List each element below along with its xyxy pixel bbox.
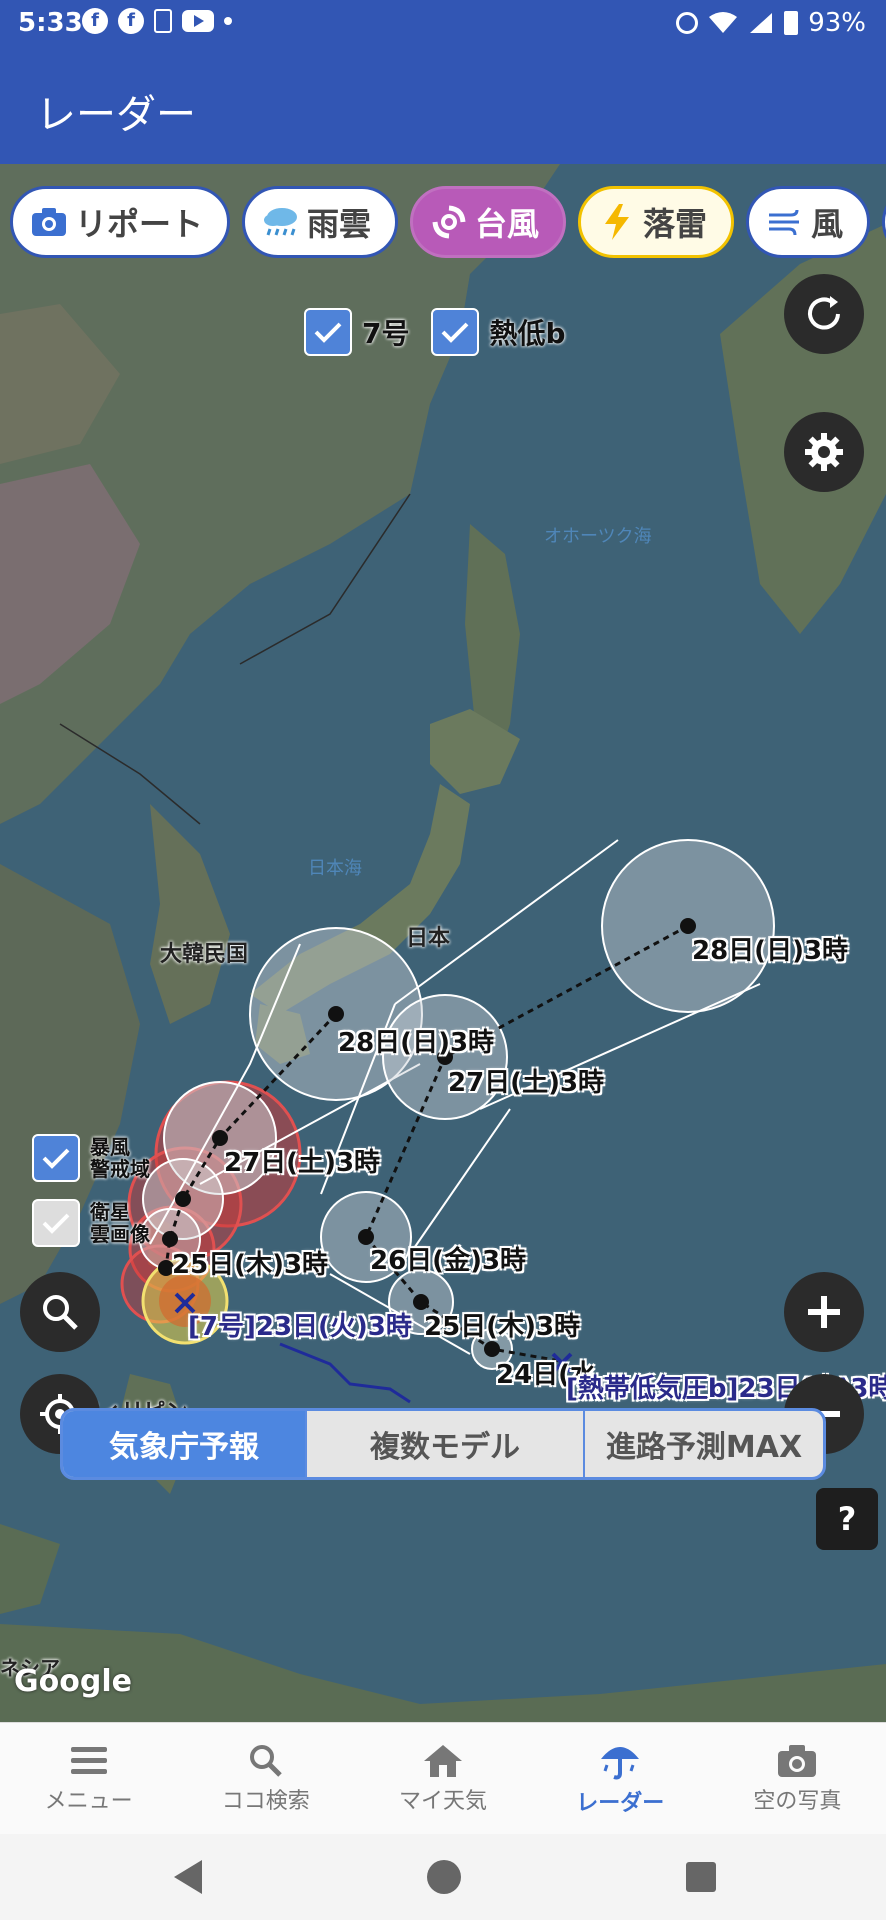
home-icon [424, 1744, 462, 1777]
google-logo: Google [14, 1664, 132, 1699]
youtube-icon [182, 10, 214, 32]
nav-radar[interactable]: レーダー [532, 1723, 709, 1834]
chip-typhoon[interactable]: 台風 [410, 186, 567, 258]
nav-sky-photo[interactable]: 空の写真 [709, 1723, 886, 1834]
track-label-7-28: 28日(日)3時 [338, 1028, 495, 1058]
radar-umbrella-icon [601, 1746, 640, 1779]
plus-icon [808, 1296, 840, 1328]
back-icon[interactable] [170, 1858, 206, 1896]
typhoon-icon [429, 202, 469, 242]
storm-filter-7[interactable]: 7号 [304, 308, 409, 356]
layer-toggle-storm-area[interactable]: 暴風 警戒域 [32, 1134, 150, 1182]
signal-icon [750, 13, 773, 33]
home-circle-icon[interactable] [425, 1858, 463, 1896]
tab-multi-model[interactable]: 複数モデル [305, 1411, 583, 1477]
help-button[interactable]: ? [816, 1488, 878, 1550]
status-bar: 5:33 f f 93% [0, 0, 886, 48]
settings-button[interactable] [784, 412, 864, 492]
camera-icon [778, 1744, 817, 1777]
track-label-b-28: 28日(日)3時 [692, 936, 849, 966]
search-icon [249, 1744, 282, 1777]
chip-wind[interactable]: 風 [746, 186, 871, 258]
checkbox-unchecked-icon[interactable] [32, 1199, 80, 1247]
refresh-icon [808, 296, 840, 330]
chip-lightning[interactable]: 落雷 [578, 186, 735, 258]
alarm-icon [676, 12, 699, 34]
storm-filter: 7号 熱低b [304, 308, 566, 356]
map-label-sea-of-japan: 日本海 [308, 858, 362, 879]
notification-icons: f f [82, 8, 232, 34]
app-bar: レーダー [0, 48, 886, 164]
map-label-okhotsk: オホーツク海 [544, 526, 652, 547]
facebook-icon: f [118, 8, 144, 34]
forecast-model-tabs: 気象庁予報 複数モデル 進路予測MAX [60, 1408, 826, 1480]
radar-map[interactable]: 大韓民国 日本 フィリピン 日本海 オホーツク海 ネシア 28日(日)3時 27… [0, 164, 886, 1722]
map-label-japan: 日本 [406, 926, 451, 951]
facebook-icon: f [82, 8, 108, 34]
menu-icon [70, 1746, 107, 1774]
sim-icon [154, 9, 172, 33]
system-icons: 93% [676, 8, 866, 38]
wifi-icon [709, 12, 738, 33]
tab-track-max[interactable]: 進路予測MAX [583, 1411, 823, 1477]
chip-rain-cloud[interactable]: 雨雲 [242, 186, 399, 258]
lightning-icon [597, 202, 637, 242]
layer-chip-bar: リポート 雨雲 台風 落雷 風 ライ [10, 186, 886, 258]
search-icon [43, 1295, 78, 1330]
zoom-in-button[interactable] [784, 1272, 864, 1352]
camera-icon [29, 202, 69, 242]
bottom-navigation: メニュー ココ検索 マイ天気 レーダー 空の写真 [0, 1722, 886, 1834]
checkbox-checked-icon[interactable] [304, 308, 352, 356]
chip-live-camera[interactable]: ライ [882, 186, 886, 258]
dot-icon [224, 17, 232, 25]
track-label-b-27: 27日(土)3時 [448, 1068, 605, 1098]
map-search-button[interactable] [20, 1272, 100, 1352]
page-title: レーダー [36, 92, 196, 138]
checkbox-checked-icon[interactable] [431, 308, 480, 356]
wind-icon [765, 202, 805, 242]
rain-cloud-icon [261, 202, 301, 242]
system-navigation-bar [0, 1834, 886, 1920]
battery-icon [784, 11, 799, 35]
track-label-7-25: 25日(木)3時 [172, 1250, 329, 1280]
battery-percent: 93% [808, 8, 866, 38]
track-label-7-27: 27日(土)3時 [224, 1148, 381, 1178]
chip-report[interactable]: リポート [10, 186, 231, 258]
checkbox-checked-icon[interactable] [32, 1134, 80, 1182]
track-label-b-25: 25日(木)3時 [424, 1312, 581, 1342]
nav-menu[interactable]: メニュー [0, 1723, 177, 1834]
map-label-korea: 大韓民国 [160, 942, 249, 967]
recents-icon[interactable] [684, 1860, 718, 1894]
nav-my-weather[interactable]: マイ天気 [354, 1723, 531, 1834]
status-time: 5:33 [18, 8, 83, 38]
refresh-button[interactable] [784, 274, 864, 354]
nav-search[interactable]: ココ検索 [177, 1723, 354, 1834]
layer-toggle-satellite[interactable]: 衛星 雲画像 [32, 1199, 150, 1247]
gear-icon [805, 433, 843, 471]
track-label-7-now: [7号]23日(火)3時 [188, 1312, 412, 1342]
storm-filter-b[interactable]: 熱低b [431, 308, 566, 356]
tab-jma-forecast[interactable]: 気象庁予報 [63, 1411, 305, 1477]
track-label-b-26: 26日(金)3時 [370, 1246, 527, 1276]
